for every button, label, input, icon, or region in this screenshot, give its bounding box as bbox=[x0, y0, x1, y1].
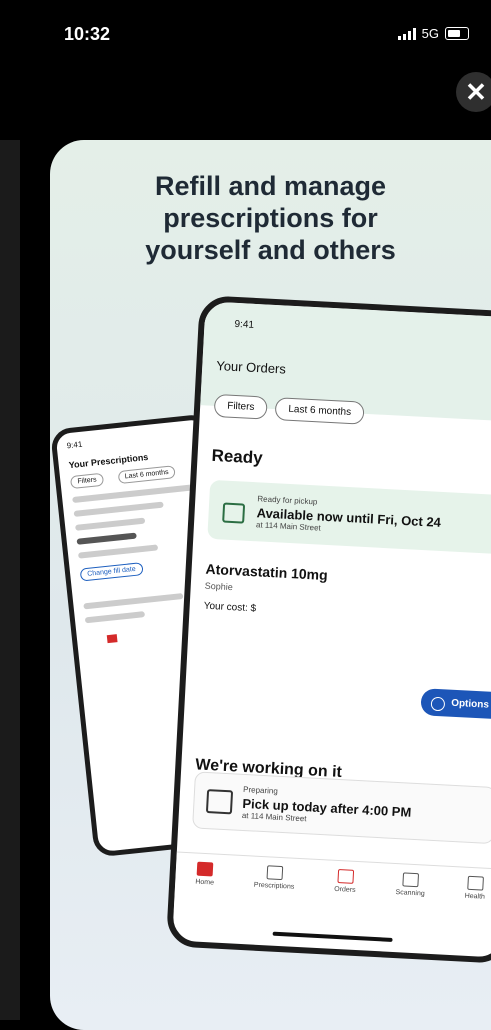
status-bar: 10:32 5G bbox=[0, 24, 491, 52]
back-phone-text-line bbox=[77, 544, 159, 559]
options-button: Options bbox=[420, 688, 491, 720]
back-phone-filters-chip: Filters bbox=[69, 472, 105, 490]
close-icon: ✕ bbox=[465, 76, 487, 107]
prescriptions-icon bbox=[266, 865, 284, 881]
medication-item: Atorvastatin 10mg Sophie Your cost: $ bbox=[203, 561, 491, 628]
ready-heading: Ready bbox=[211, 445, 264, 468]
home-indicator bbox=[272, 931, 393, 942]
heart-icon bbox=[196, 861, 214, 877]
orders-header: 9:41 Your Orders Filters Last 6 months bbox=[200, 301, 491, 425]
orders-title: Your Orders bbox=[215, 357, 287, 377]
cost-label: Your cost: $ bbox=[203, 600, 257, 615]
onboarding-card: Refill and manage prescriptions for your… bbox=[50, 140, 491, 1030]
network-label: 5G bbox=[421, 26, 439, 41]
onboarding-headline: Refill and manage prescriptions for your… bbox=[145, 171, 396, 265]
nav-home-label: Home bbox=[195, 878, 215, 887]
preparing-card: Preparing Pick up today after 4:00 PM at… bbox=[192, 771, 491, 845]
back-phone-text-line bbox=[84, 611, 146, 624]
months-chip: Last 6 months bbox=[274, 397, 365, 425]
search-icon bbox=[467, 875, 484, 891]
previous-card-edge bbox=[0, 140, 20, 1020]
close-button[interactable]: ✕ bbox=[456, 72, 491, 112]
nav-health-label: Health bbox=[464, 892, 486, 901]
back-phone-title: Your Prescriptions bbox=[68, 451, 149, 471]
shopping-bag-icon bbox=[222, 502, 246, 524]
back-phone-text-line bbox=[75, 517, 146, 531]
filter-chips: Filters Last 6 months bbox=[213, 393, 365, 425]
nav-scanning: Scanning bbox=[395, 872, 425, 898]
back-phone-text-line bbox=[83, 593, 184, 610]
back-phone-last-chip: Last 6 months bbox=[117, 465, 177, 485]
orders-icon bbox=[337, 869, 354, 884]
filters-chip: Filters bbox=[213, 393, 269, 420]
nav-scanning-label: Scanning bbox=[395, 889, 425, 898]
pickup-banner: Ready for pickup Available now until Fri… bbox=[207, 479, 491, 555]
nav-orders: Orders bbox=[334, 869, 357, 894]
nav-orders-label: Orders bbox=[334, 885, 356, 894]
nav-health: Health bbox=[464, 875, 486, 901]
status-icons: 5G bbox=[397, 26, 469, 41]
nav-prescriptions: Prescriptions bbox=[254, 865, 296, 891]
nav-home: Home bbox=[195, 861, 215, 887]
back-phone-blue-button: Change fill date bbox=[79, 562, 144, 582]
back-phone-time: 9:41 bbox=[66, 439, 83, 451]
front-phone-mockup: 9:41 Your Orders Filters Last 6 months R… bbox=[165, 295, 491, 965]
status-time: 10:32 bbox=[64, 24, 111, 44]
scan-icon bbox=[402, 872, 420, 888]
battery-icon bbox=[445, 27, 469, 40]
front-phone-time: 9:41 bbox=[234, 318, 255, 331]
back-phone-badge bbox=[76, 532, 137, 545]
nav-prescriptions-label: Prescriptions bbox=[253, 881, 295, 891]
calendar-icon bbox=[205, 789, 234, 815]
back-phone-heart-icon bbox=[106, 634, 118, 644]
signal-icon bbox=[397, 27, 416, 40]
bottom-nav: Home Prescriptions Orders Scanning Healt… bbox=[173, 851, 491, 928]
back-phone-text-line bbox=[73, 501, 164, 517]
